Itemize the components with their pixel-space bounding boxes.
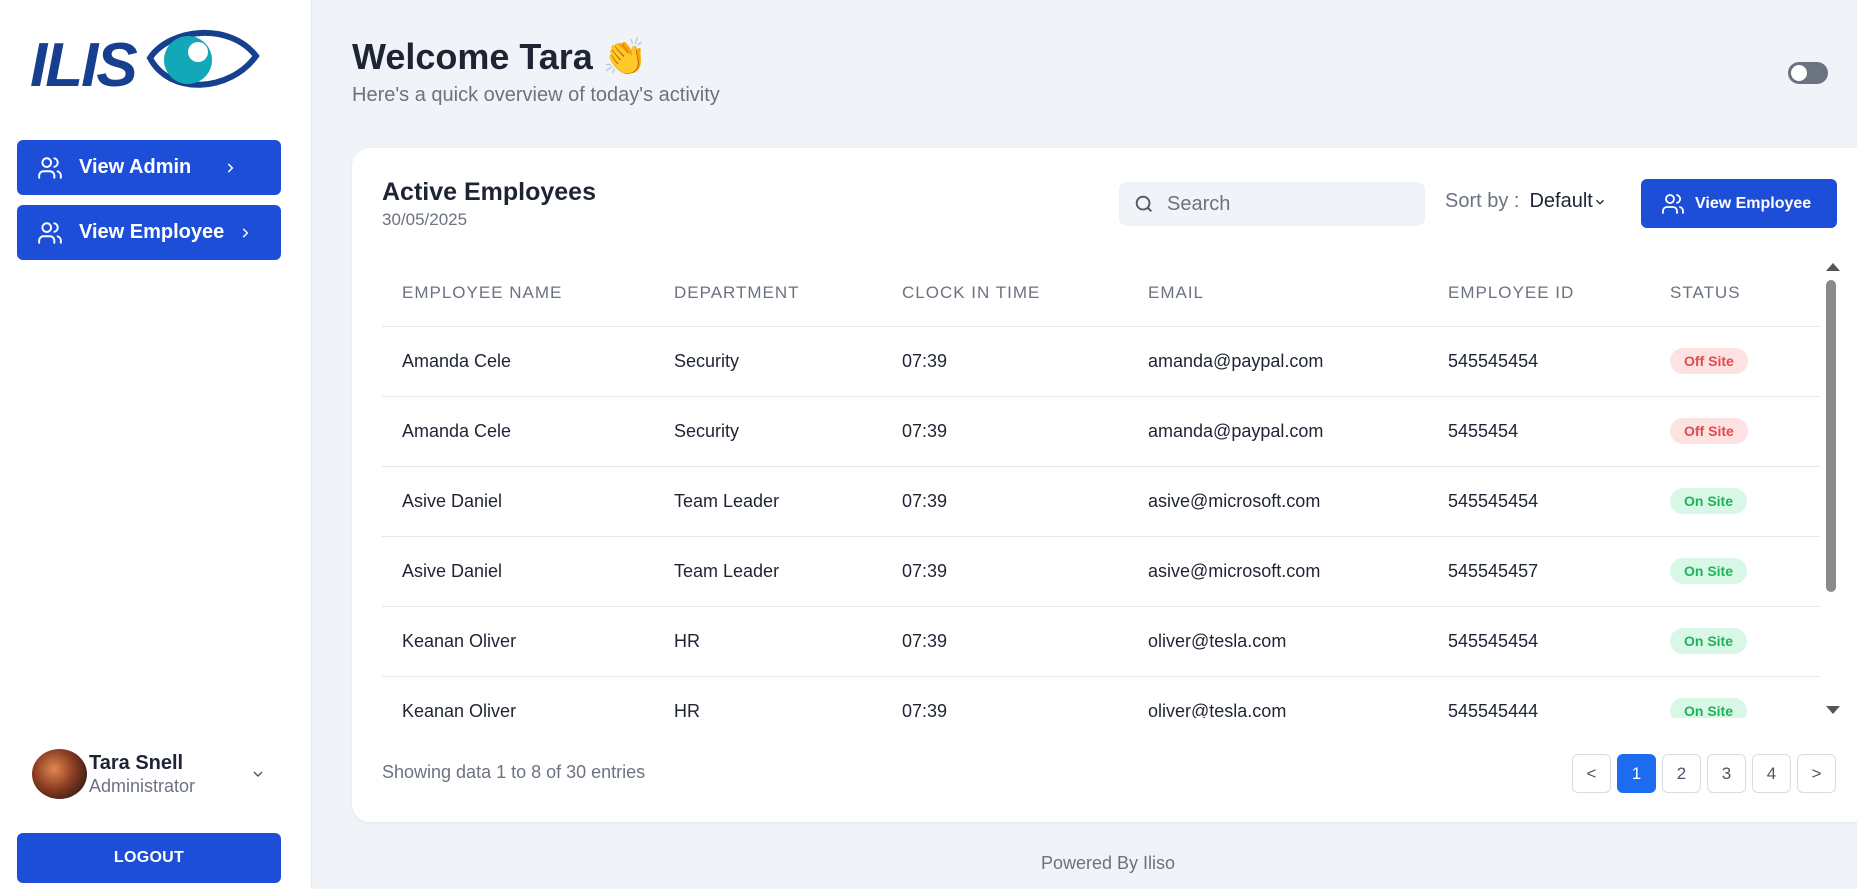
column-header[interactable]: CLOCK IN TIME [882,260,1128,327]
view-employee-nav-button[interactable]: View Employee [17,205,281,260]
column-header[interactable]: EMAIL [1128,260,1428,327]
department: Team Leader [654,536,882,607]
view-employee-button[interactable]: View Employee [1641,179,1837,228]
page-button-2[interactable]: 2 [1662,754,1701,793]
iliso-logo[interactable]: ILIS [30,22,260,96]
table-header-row: EMPLOYEE NAME DEPARTMENT CLOCK IN TIME E… [382,260,1820,327]
scroll-down-arrow-icon[interactable] [1826,706,1840,714]
page-button-3[interactable]: 3 [1707,754,1746,793]
table-scrollbar[interactable] [1822,260,1842,716]
table-row[interactable]: Asive Daniel Team Leader 07:39 asive@mic… [382,536,1820,607]
scrollbar-thumb[interactable] [1826,280,1836,592]
clock-in-time: 07:39 [882,606,1128,677]
employee-name: Keanan Oliver [382,676,654,718]
prev-page-button[interactable]: < [1572,754,1611,793]
view-admin-button[interactable]: View Admin [17,140,281,195]
employee-id: 545545457 [1428,536,1650,607]
employee-name: Asive Daniel [382,536,654,607]
search-box[interactable] [1119,182,1425,226]
clock-in-time: 07:39 [882,466,1128,537]
logout-button[interactable]: LOGOUT [17,833,281,883]
clock-in-time: 07:39 [882,396,1128,467]
card-title: Active Employees [382,178,596,206]
users-icon [1661,192,1685,216]
table-row[interactable]: Amanda Cele Security 07:39 amanda@paypal… [382,326,1820,397]
employee-name: Amanda Cele [382,326,654,397]
status-badge: Off Site [1670,418,1748,444]
entries-summary: Showing data 1 to 8 of 30 entries [382,762,646,782]
avatar [32,749,87,799]
employee-id: 545545454 [1428,606,1650,677]
table-row[interactable]: Keanan Oliver HR 07:39 oliver@tesla.com … [382,676,1820,718]
view-employee-nav-label: View Employee [79,221,225,243]
employee-id: 545545454 [1428,466,1650,537]
clock-in-time: 07:39 [882,536,1128,607]
column-header[interactable]: STATUS [1650,260,1820,327]
table-row[interactable]: Keanan Oliver HR 07:39 oliver@tesla.com … [382,606,1820,677]
status-badge: On Site [1670,628,1748,654]
department: Security [654,326,882,397]
user-name: Tara Snell [89,752,184,774]
next-page-button[interactable]: > [1797,754,1836,793]
status-badge: On Site [1670,698,1748,718]
sort-label: Sort by : [1445,190,1520,212]
svg-text:ILIS: ILIS [30,31,137,96]
users-icon [37,220,63,246]
clock-in-time: 07:39 [882,676,1128,718]
employee-name: Keanan Oliver [382,606,654,677]
employees-table: EMPLOYEE NAME DEPARTMENT CLOCK IN TIME E… [382,260,1820,718]
employee-id: 545545454 [1428,326,1650,397]
employees-table-container: EMPLOYEE NAME DEPARTMENT CLOCK IN TIME E… [382,260,1820,718]
clock-in-time: 07:39 [882,326,1128,397]
users-icon [37,155,63,181]
view-employee-label: View Employee [1695,194,1812,212]
sidebar: ILIS View Admin View Employee Tara Snell… [0,0,312,889]
employee-id: 5455454 [1428,396,1650,467]
status-badge: Off Site [1670,348,1748,374]
table-row[interactable]: Asive Daniel Team Leader 07:39 asive@mic… [382,466,1820,537]
email: amanda@paypal.com [1128,396,1428,467]
employee-name: Asive Daniel [382,466,654,537]
chevron-down-icon [1595,199,1604,205]
sort-control: Sort by : Default [1445,190,1607,213]
chevron-down-icon[interactable] [250,766,266,782]
card-date: 30/05/2025 [382,210,468,229]
footer-text: Powered By Iliso [1041,853,1176,873]
page-button-4[interactable]: 4 [1752,754,1791,793]
pagination: < 1 2 3 4 > [1572,754,1836,793]
search-input[interactable] [1167,192,1407,216]
user-profile[interactable]: Tara Snell Administrator [32,748,272,800]
email: oliver@tesla.com [1128,606,1428,677]
table-row[interactable]: Amanda Cele Security 07:39 amanda@paypal… [382,396,1820,467]
email: oliver@tesla.com [1128,676,1428,718]
user-role: Administrator [89,776,196,796]
page-title: Welcome Tara 👏 [352,36,648,77]
theme-toggle[interactable] [1788,62,1828,84]
department: HR [654,676,882,718]
employee-id: 545545444 [1428,676,1650,718]
page-subtitle: Here's a quick overview of today's activ… [352,84,720,106]
scroll-up-arrow-icon[interactable] [1826,263,1840,271]
active-employees-card: Active Employees 30/05/2025 Sort by : De… [352,148,1857,822]
email: asive@microsoft.com [1128,536,1428,607]
view-admin-label: View Admin [79,156,192,178]
status-badge: On Site [1670,558,1748,584]
email: asive@microsoft.com [1128,466,1428,537]
column-header[interactable]: DEPARTMENT [654,260,882,327]
column-header[interactable]: EMPLOYEE ID [1428,260,1650,327]
chevron-right-icon [223,161,237,175]
department: HR [654,606,882,677]
sort-value: Default [1529,190,1593,212]
sort-select[interactable]: Default [1529,190,1606,213]
status-badge: On Site [1670,488,1748,514]
employee-name: Amanda Cele [382,396,654,467]
department: Team Leader [654,466,882,537]
column-header[interactable]: EMPLOYEE NAME [382,260,654,327]
chevron-right-icon [238,226,252,240]
search-icon [1133,193,1155,215]
email: amanda@paypal.com [1128,326,1428,397]
department: Security [654,396,882,467]
page-button-1[interactable]: 1 [1617,754,1656,793]
